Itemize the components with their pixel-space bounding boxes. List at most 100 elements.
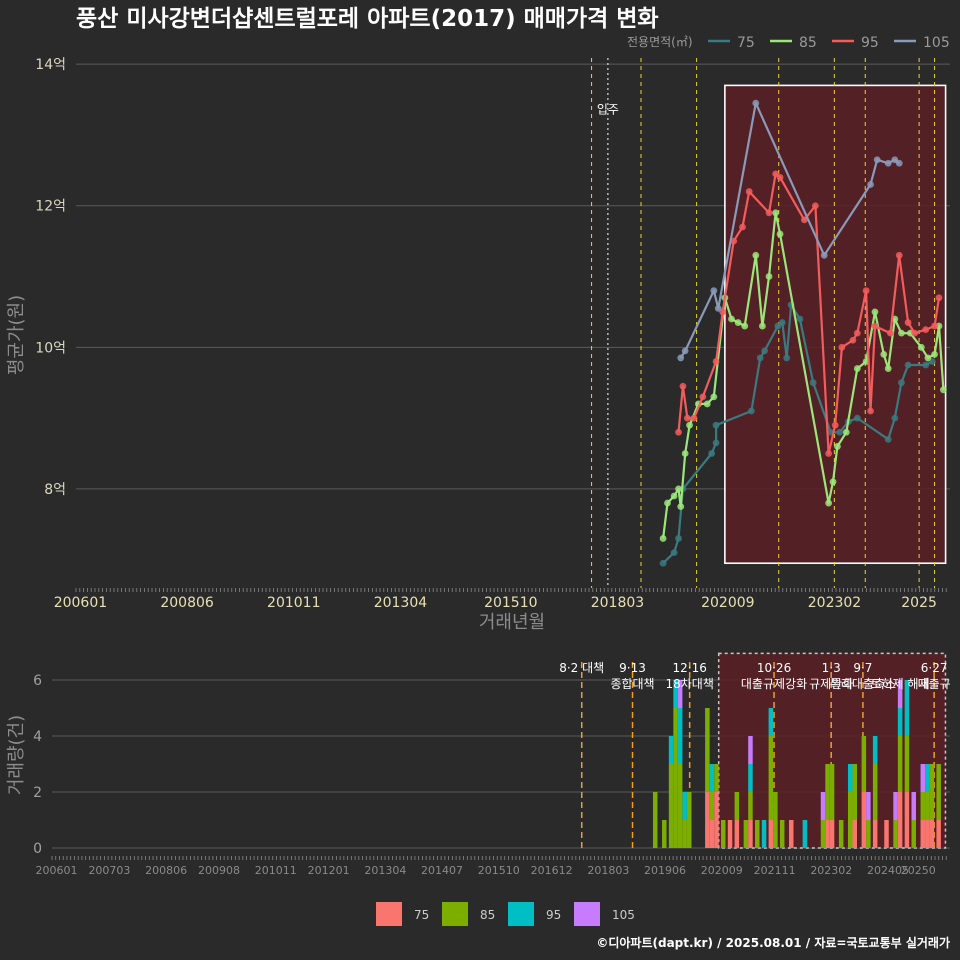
data-point-75 bbox=[796, 315, 804, 323]
data-point-95 bbox=[811, 202, 819, 210]
volume-chart-panel: 0 2 4 6 8·2 대책 9·13종합대책 12·1618차대책 10·26 대출규제강화 1… bbox=[33, 652, 951, 877]
legend-label-105: 105 bbox=[923, 35, 950, 51]
data-point-95 bbox=[853, 329, 861, 337]
data-point-75 bbox=[778, 319, 786, 326]
volume-bar-85 bbox=[861, 736, 867, 792]
data-point-85 bbox=[939, 386, 947, 394]
volume-bar-75 bbox=[925, 820, 930, 848]
volume-bar-95 bbox=[668, 736, 674, 764]
data-point-85 bbox=[677, 503, 685, 510]
volume-x-tick-label: 201803 bbox=[587, 864, 629, 877]
policy-annotation: 1·3 bbox=[822, 661, 841, 675]
volume-x-tick-label: 201906 bbox=[644, 864, 686, 877]
volume-bar-75 bbox=[920, 820, 926, 848]
x-tick-label: 201304 bbox=[374, 595, 428, 611]
volume-bar-85 bbox=[720, 820, 726, 848]
data-point-85 bbox=[871, 308, 879, 316]
data-point-85 bbox=[884, 365, 892, 372]
volume-bar-85 bbox=[925, 792, 930, 820]
volume-bar-85 bbox=[904, 736, 910, 792]
data-point-95 bbox=[776, 174, 784, 181]
policy-annotation: 종합대책 bbox=[610, 676, 654, 691]
policy-annotation: 9·13 bbox=[619, 661, 646, 675]
volume-bar-105 bbox=[893, 792, 898, 820]
volume-x-tick-label: 200703 bbox=[88, 864, 130, 877]
policy-annotation: 12·16 bbox=[672, 661, 706, 675]
volume-y-tick-label: 6 bbox=[33, 673, 42, 689]
data-point-75 bbox=[898, 379, 905, 387]
volume-bar-85 bbox=[768, 736, 774, 820]
data-point-85 bbox=[752, 251, 760, 259]
volume-y-tick-label: 4 bbox=[33, 729, 42, 745]
y-tick-label: 8억 bbox=[44, 482, 66, 498]
y-tick-label: 12억 bbox=[35, 199, 66, 215]
x-tick-label: 201011 bbox=[267, 595, 320, 611]
volume-bar-75 bbox=[904, 792, 910, 848]
data-point-85 bbox=[834, 443, 841, 450]
legend-label-95: 95 bbox=[861, 35, 879, 51]
volume-bar-75 bbox=[884, 820, 889, 848]
volume-bar-105 bbox=[866, 792, 871, 820]
data-point-95 bbox=[690, 414, 698, 422]
volume-bar-75 bbox=[929, 820, 935, 848]
volume-bar-85 bbox=[677, 764, 683, 848]
volume-bar-85 bbox=[872, 764, 878, 820]
volume-bar-95 bbox=[872, 736, 878, 764]
y-axis-title: 평균가(원) bbox=[6, 295, 27, 375]
volume-bar-105 bbox=[820, 792, 826, 820]
volume-bar-85 bbox=[929, 764, 935, 820]
data-point-105 bbox=[714, 304, 722, 312]
data-point-95 bbox=[765, 209, 773, 217]
volume-legend-label-105: 105 bbox=[612, 908, 635, 922]
data-point-95 bbox=[712, 358, 720, 365]
volume-bar-85 bbox=[852, 764, 858, 820]
data-point-85 bbox=[776, 230, 784, 238]
legend-label-75: 75 bbox=[737, 35, 755, 51]
volume-bar-85 bbox=[893, 820, 898, 848]
data-point-105 bbox=[752, 99, 760, 107]
volume-bar-75 bbox=[829, 820, 835, 848]
data-point-75 bbox=[809, 379, 817, 387]
volume-x-tick-label: 20250 bbox=[901, 864, 936, 877]
data-point-85 bbox=[675, 485, 682, 493]
data-point-95 bbox=[831, 421, 839, 429]
volume-bar-85 bbox=[920, 792, 926, 820]
data-point-75 bbox=[836, 428, 844, 436]
data-point-85 bbox=[829, 478, 837, 486]
data-point-75 bbox=[756, 354, 764, 362]
data-point-85 bbox=[703, 400, 711, 408]
x-tick-label: 202009 bbox=[701, 595, 754, 611]
data-point-75 bbox=[708, 450, 716, 457]
volume-bar-75 bbox=[768, 820, 774, 848]
price-chart-panel: 8억 10억 12억 14억입주 200601 200806 201011 201304 201… bbox=[35, 57, 950, 611]
volume-y-tick-label: 2 bbox=[33, 785, 42, 801]
data-point-75 bbox=[747, 407, 755, 415]
data-point-85 bbox=[772, 209, 780, 217]
data-point-85 bbox=[741, 322, 749, 330]
data-point-75 bbox=[922, 361, 930, 369]
data-point-95 bbox=[895, 251, 903, 259]
data-point-105 bbox=[867, 181, 874, 188]
data-point-75 bbox=[761, 347, 769, 355]
data-point-75 bbox=[783, 354, 791, 362]
volume-bar-85 bbox=[754, 820, 760, 848]
data-point-95 bbox=[862, 287, 870, 295]
volume-bar-75 bbox=[852, 820, 858, 848]
data-point-95 bbox=[867, 407, 874, 415]
volume-bar-95 bbox=[847, 764, 853, 792]
volume-legend-key-85 bbox=[442, 902, 468, 926]
volume-bar-85 bbox=[668, 764, 674, 848]
chart-title: 풍산 미사강변더샵센트럴포레 아파트(2017) 매매가격 변화 bbox=[76, 6, 659, 32]
volume-x-tick-label: 201201 bbox=[308, 864, 350, 877]
data-point-85 bbox=[825, 499, 833, 507]
volume-bar-75 bbox=[789, 820, 794, 848]
data-point-85 bbox=[681, 450, 689, 457]
legend: 전용면적(㎡) 75 85 95 105 bbox=[627, 35, 950, 51]
volume-x-tick-label: 202302 bbox=[810, 864, 852, 877]
chart-figure: 풍산 미사강변더샵센트럴포레 아파트(2017) 매매가격 변화 전용면적(㎡)… bbox=[6, 6, 951, 950]
volume-bar-85 bbox=[743, 820, 749, 848]
movein-label: 입주 bbox=[597, 103, 619, 117]
data-point-105 bbox=[710, 287, 718, 295]
data-point-75 bbox=[904, 361, 912, 369]
volume-legend-key-95 bbox=[508, 902, 534, 926]
